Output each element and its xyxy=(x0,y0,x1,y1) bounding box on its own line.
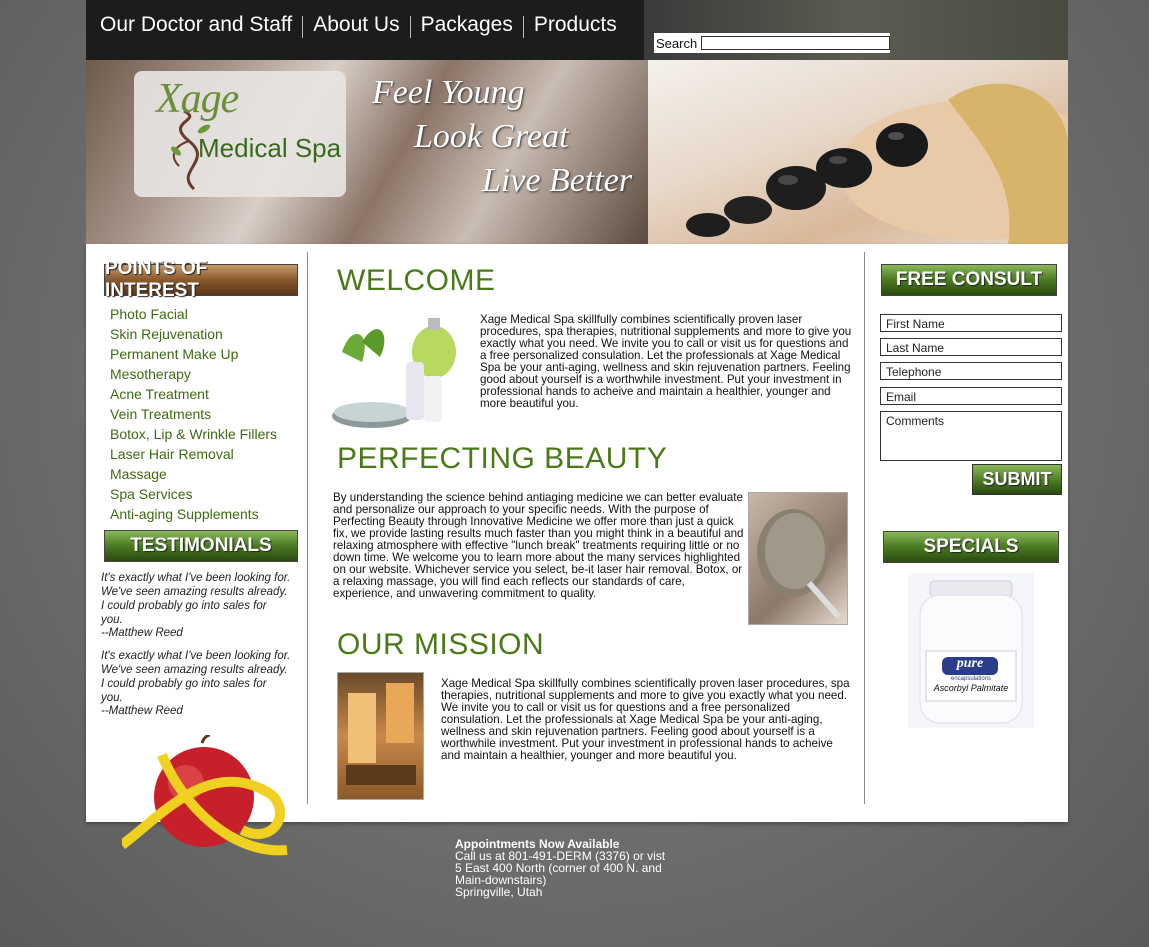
free-consult-heading: FREE CONSULT xyxy=(881,264,1057,296)
nav-packages[interactable]: Packages xyxy=(411,14,523,35)
welcome-text: Xage Medical Spa skillfully combines sci… xyxy=(480,313,852,410)
poi-link-spa-services[interactable]: Spa Services xyxy=(110,484,277,504)
product-subbrand: encapsulations xyxy=(950,676,992,682)
spa-products-image xyxy=(332,312,464,430)
main-nav: Our Doctor and Staff About Us Packages P… xyxy=(86,0,627,60)
search-box: Search xyxy=(654,33,890,53)
poi-link-acne-treatment[interactable]: Acne Treatment xyxy=(110,384,277,404)
tagline-line-1: Feel Young xyxy=(372,74,525,111)
last-name-field[interactable]: Last Name xyxy=(880,338,1062,356)
footer-city: Springville, Utah xyxy=(455,885,543,899)
poi-link-botox[interactable]: Botox, Lip & Wrinkle Fillers xyxy=(110,424,277,444)
testimonials-heading: TESTIMONIALS xyxy=(104,530,298,562)
top-nav-bar: Our Doctor and Staff About Us Packages P… xyxy=(86,0,1068,60)
column-divider xyxy=(307,252,308,804)
telephone-field[interactable]: Telephone xyxy=(880,362,1062,380)
our-mission-title: OUR MISSION xyxy=(337,628,545,661)
logo[interactable]: Xage Medical Spa xyxy=(134,71,346,197)
spa-room-image xyxy=(337,672,424,800)
logo-word-xage: Xage xyxy=(156,76,239,122)
first-name-field[interactable]: First Name xyxy=(880,314,1062,332)
banner-photo-hot-stones xyxy=(648,60,1068,244)
search-input[interactable] xyxy=(701,36,890,50)
testimonial-quote: It's exactly what I've been looking for.… xyxy=(101,572,291,626)
product-bottle[interactable]: pure encapsulations Ascorbyl Palmitate xyxy=(908,573,1034,728)
column-divider xyxy=(864,252,865,804)
spa-room-icon xyxy=(346,683,416,785)
apple-measuring-tape-icon xyxy=(122,735,288,856)
poi-link-skin-rejuvenation[interactable]: Skin Rejuvenation xyxy=(110,324,277,344)
points-of-interest-heading: POINTS OF INTEREST xyxy=(104,258,298,301)
poi-link-laser-hair-removal[interactable]: Laser Hair Removal xyxy=(110,444,277,464)
poi-link-vein-treatments[interactable]: Vein Treatments xyxy=(110,404,277,424)
hot-stones-image xyxy=(686,83,1068,244)
tagline-line-3: Live Better xyxy=(482,162,633,199)
footer: Appointments Now Available Call us at 80… xyxy=(455,838,665,898)
header-banner: Xage Medical Spa Feel Young Look Great L… xyxy=(86,60,1068,244)
spa-products-icon xyxy=(332,318,456,428)
bottle-shape xyxy=(908,573,1034,728)
poi-link-massage[interactable]: Massage xyxy=(110,464,277,484)
our-mission-text: Xage Medical Spa skillfully combines sci… xyxy=(441,677,850,762)
product-brand: pure xyxy=(956,656,984,671)
facial-mask-icon xyxy=(757,509,842,619)
specials-heading: SPECIALS xyxy=(883,531,1059,563)
search-area: Search xyxy=(644,0,1068,60)
banner-left: Xage Medical Spa Feel Young Look Great L… xyxy=(86,60,648,244)
testimonial-author: --Matthew Reed xyxy=(101,627,183,639)
testimonial-author: --Matthew Reed xyxy=(101,705,183,717)
tagline-line-2: Look Great xyxy=(414,118,569,155)
poi-link-photo-facial[interactable]: Photo Facial xyxy=(110,304,277,324)
poi-link-mesotherapy[interactable]: Mesotherapy xyxy=(110,364,277,384)
logo-word-medical-spa: Medical Spa xyxy=(198,133,342,163)
poi-link-anti-aging-supplements[interactable]: Anti-aging Supplements xyxy=(110,504,277,524)
nav-about-us[interactable]: About Us xyxy=(303,14,409,35)
perfecting-beauty-title: PERFECTING BEAUTY xyxy=(337,442,668,475)
nav-products[interactable]: Products xyxy=(524,14,627,35)
comments-field[interactable]: Comments xyxy=(880,411,1062,461)
points-of-interest-list: Photo Facial Skin Rejuvenation Permanent… xyxy=(110,304,277,524)
perfecting-beauty-text: By understanding the science behind anti… xyxy=(333,491,744,600)
search-label: Search xyxy=(656,35,698,51)
product-name: Ascorbyl Palmitate xyxy=(933,683,1009,693)
email-field[interactable]: Email xyxy=(880,387,1062,405)
facial-mask-image xyxy=(748,492,848,625)
poi-link-permanent-make-up[interactable]: Permanent Make Up xyxy=(110,344,277,364)
testimonial-quote: It's exactly what I've been looking for.… xyxy=(101,650,291,704)
submit-button[interactable]: SUBMIT xyxy=(972,464,1062,495)
nav-our-doctor-and-staff[interactable]: Our Doctor and Staff xyxy=(86,14,302,35)
welcome-title: WELCOME xyxy=(337,264,496,297)
